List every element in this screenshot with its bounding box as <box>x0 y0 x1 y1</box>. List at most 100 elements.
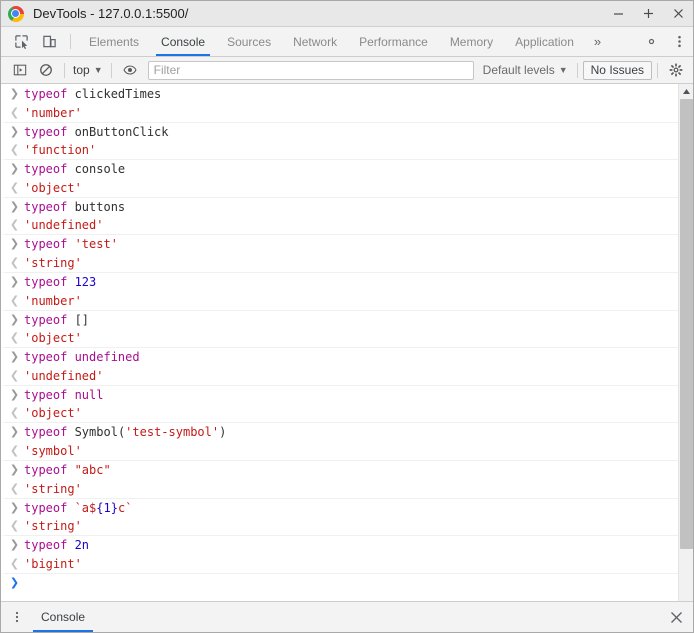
close-drawer-icon[interactable] <box>659 602 693 632</box>
execution-context-selector[interactable]: top ▼ <box>70 63 106 77</box>
console-result-row[interactable]: ❮ 'string' <box>1 480 678 499</box>
kebab-menu-icon[interactable] <box>5 602 29 632</box>
console-result-row[interactable]: ❮ 'function' <box>1 141 678 161</box>
input-expression: typeof "abc" <box>24 462 119 478</box>
chevron-down-icon: ▼ <box>558 65 568 75</box>
console-input-row[interactable]: ❯ typeof 123 <box>1 273 678 292</box>
console-settings-gear-icon[interactable] <box>663 59 689 82</box>
token: typeof <box>24 162 75 177</box>
console-result-row[interactable]: ❮ 'object' <box>1 404 678 424</box>
tab-elements[interactable]: Elements <box>78 27 150 56</box>
console-scrollbar[interactable] <box>678 84 693 601</box>
token: 'number' <box>24 105 82 120</box>
result-marker-icon: ❮ <box>9 105 20 119</box>
console-toolbar: top ▼ Default levels ▼ No Issues <box>1 57 693 84</box>
result-marker-icon: ❮ <box>9 481 20 495</box>
tab-network[interactable]: Network <box>282 27 348 56</box>
input-expression: typeof Symbol('test-symbol') <box>24 424 234 440</box>
token: typeof <box>24 87 75 101</box>
console-input-row[interactable]: ❯ typeof onButtonClick <box>1 123 678 142</box>
console-result-row[interactable]: ❮ 'bigint' <box>1 555 678 574</box>
panel-tabs: Elements Console Sources Network Perform… <box>78 27 585 56</box>
console-result-row[interactable]: ❮ 'string' <box>1 254 678 273</box>
token: console <box>74 162 126 177</box>
result-marker-icon: ❮ <box>9 443 20 457</box>
filter-input[interactable] <box>147 60 474 80</box>
console-result-row[interactable]: ❮ 'number' <box>1 292 678 311</box>
console-result-row[interactable]: ❮ 'object' <box>1 329 678 349</box>
token: null <box>74 387 104 402</box>
live-expression-eye-icon[interactable] <box>117 59 143 82</box>
tab-console[interactable]: Console <box>150 27 216 56</box>
result-text: 'object' <box>24 180 90 196</box>
prompt-marker-icon: ❯ <box>9 199 20 213</box>
tab-label: Console <box>161 34 206 49</box>
devtools-window: DevTools - 127.0.0.1:5500/ Elements Cons… <box>0 0 694 633</box>
gear-icon[interactable] <box>637 27 665 57</box>
console-input-row[interactable]: ❯ typeof clickedTimes <box>1 85 678 104</box>
console-message-list[interactable]: ❯ typeof clickedTimes ❮ 'number' ❯ typeof onB… <box>1 84 678 601</box>
console-prompt-row[interactable]: ❯ <box>1 574 678 593</box>
console-input-row[interactable]: ❯ typeof [] <box>1 311 678 330</box>
tab-memory[interactable]: Memory <box>439 27 504 56</box>
prompt-marker-icon: ❯ <box>9 162 20 176</box>
console-result-row[interactable]: ❮ 'string' <box>1 517 678 537</box>
console-input-row[interactable]: ❯ typeof undefined <box>1 348 678 367</box>
clear-console-icon[interactable] <box>33 59 59 82</box>
token: 2n <box>74 538 90 553</box>
toolbar-divider-3 <box>576 62 578 78</box>
input-expression: typeof 2n <box>24 537 97 553</box>
token: "abc" <box>74 462 111 477</box>
tabstrip-divider <box>70 34 71 49</box>
token: 'symbol' <box>24 443 82 458</box>
console-input-row[interactable]: ❯ typeof console <box>1 160 678 179</box>
log-levels-selector[interactable]: Default levels ▼ <box>479 63 572 77</box>
tab-application[interactable]: Application <box>504 27 585 56</box>
result-text: 'function' <box>24 142 104 158</box>
token: typeof <box>24 350 75 365</box>
drawer-tab-console[interactable]: Console <box>29 602 97 632</box>
input-expression: typeof clickedTimes <box>24 86 169 102</box>
inspect-element-icon[interactable] <box>7 27 35 56</box>
scrollbar-track[interactable] <box>679 99 694 601</box>
issues-button[interactable]: No Issues <box>582 60 652 80</box>
kebab-menu-icon[interactable] <box>665 27 693 57</box>
console-input-row[interactable]: ❯ typeof `a${1}c` <box>1 499 678 518</box>
tab-label: Performance <box>359 34 428 49</box>
result-text: 'object' <box>24 405 90 421</box>
token: c` <box>117 500 133 515</box>
console-result-row[interactable]: ❮ 'number' <box>1 104 678 123</box>
token: Symbol <box>74 425 118 440</box>
console-result-row[interactable]: ❮ 'undefined' <box>1 216 678 236</box>
console-input-row[interactable]: ❯ typeof Symbol('test-symbol') <box>1 423 678 442</box>
result-text: 'number' <box>24 293 90 309</box>
close-icon[interactable] <box>663 1 693 27</box>
console-input-row[interactable]: ❯ typeof null <box>1 386 678 405</box>
console-input-row[interactable]: ❯ typeof 'test' <box>1 235 678 254</box>
toolbar-divider-1 <box>64 62 65 78</box>
console-sidebar-icon[interactable] <box>7 59 33 82</box>
minimize-icon[interactable] <box>603 1 633 27</box>
console-input-row[interactable]: ❯ typeof "abc" <box>1 461 678 480</box>
prompt-marker-icon: ❯ <box>9 274 20 288</box>
token: 'object' <box>24 180 82 195</box>
result-marker-icon: ❮ <box>9 180 20 194</box>
device-toolbar-icon[interactable] <box>35 27 63 56</box>
window-controls <box>603 1 693 27</box>
input-expression: typeof undefined <box>24 349 148 365</box>
tab-sources[interactable]: Sources <box>216 27 282 56</box>
tab-performance[interactable]: Performance <box>348 27 439 56</box>
console-input-row[interactable]: ❯ typeof buttons <box>1 198 678 217</box>
scroll-up-arrow-icon[interactable] <box>679 84 694 99</box>
scrollbar-thumb[interactable] <box>679 99 693 549</box>
result-text: 'symbol' <box>24 443 90 459</box>
console-result-row[interactable]: ❮ 'symbol' <box>1 442 678 461</box>
console-result-row[interactable]: ❮ 'object' <box>1 179 678 198</box>
maximize-icon[interactable] <box>633 1 663 27</box>
window-title: DevTools - 127.0.0.1:5500/ <box>33 6 189 21</box>
tabstrip-actions <box>622 27 693 56</box>
more-tabs-chevron-icon[interactable]: » <box>585 27 610 56</box>
console-input-row[interactable]: ❯ typeof 2n <box>1 536 678 555</box>
token: 'undefined' <box>24 218 104 233</box>
console-result-row[interactable]: ❮ 'undefined' <box>1 367 678 386</box>
